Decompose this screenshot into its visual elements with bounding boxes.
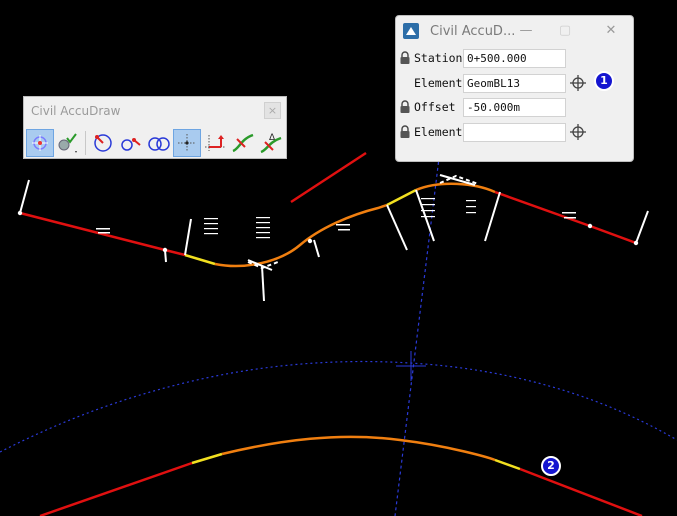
locate-element-icon[interactable] bbox=[570, 75, 586, 91]
offset-field[interactable]: -50.000m bbox=[463, 97, 566, 117]
toolbar-separator bbox=[85, 131, 86, 155]
element2-lock-icon[interactable] bbox=[399, 125, 411, 139]
crosshair-dots-icon bbox=[178, 134, 196, 152]
offset-construction-arc bbox=[0, 360, 677, 453]
station-label: Station bbox=[414, 51, 463, 65]
callout-badge-2: 2 bbox=[541, 456, 561, 476]
app-icon bbox=[403, 23, 419, 39]
double-circle-icon bbox=[148, 137, 170, 151]
offset-label: Offset bbox=[414, 100, 456, 114]
civil-accudraw-toolbar[interactable]: Civil AccuDraw × Δ bbox=[23, 96, 287, 159]
stray-red-line bbox=[290, 151, 367, 204]
accudraw-compass-tool[interactable] bbox=[26, 129, 54, 157]
station-offset-icon bbox=[232, 133, 254, 153]
check-options-tool[interactable] bbox=[54, 129, 82, 157]
element2-field[interactable] bbox=[463, 122, 566, 142]
double-circle-tool[interactable] bbox=[145, 129, 173, 157]
dialog-title: Civil AccuD... bbox=[430, 23, 516, 39]
station-offset-tool[interactable] bbox=[229, 129, 257, 157]
dx-dy-tool[interactable] bbox=[201, 129, 229, 157]
offset-lock-icon[interactable] bbox=[399, 100, 411, 114]
xy-tool[interactable] bbox=[173, 129, 201, 157]
delta-station-icon: Δ bbox=[260, 133, 282, 154]
annotation-text-marks bbox=[96, 198, 576, 239]
upper-alignment bbox=[19, 182, 637, 268]
distance-direction-tool[interactable] bbox=[89, 129, 117, 157]
toolbar-tools: Δ bbox=[26, 129, 285, 157]
distance-distance-tool[interactable] bbox=[117, 129, 145, 157]
offset-alignment bbox=[39, 435, 643, 516]
element2-label: Element bbox=[414, 125, 463, 139]
circle-arrow-icon bbox=[94, 134, 112, 152]
maximize-button[interactable]: ▢ bbox=[556, 22, 574, 40]
compass-icon bbox=[32, 135, 48, 151]
element-field[interactable]: GeomBL13 bbox=[463, 73, 566, 93]
station-field[interactable]: 0+500.000 bbox=[463, 48, 566, 68]
toolbar-close-button[interactable]: × bbox=[264, 102, 281, 119]
callout-badge-1: 1 bbox=[594, 71, 614, 91]
cursor-crosshair bbox=[396, 351, 426, 381]
delta-station-tool[interactable]: Δ bbox=[257, 129, 285, 157]
toolbar-title[interactable]: Civil AccuDraw bbox=[24, 97, 286, 125]
station-lock-icon[interactable] bbox=[399, 51, 411, 65]
check-dropdown-icon bbox=[58, 133, 77, 153]
close-button[interactable]: ✕ bbox=[602, 22, 620, 40]
minimize-button[interactable]: — bbox=[517, 22, 535, 40]
element-label: Element bbox=[414, 76, 463, 90]
alignment-vertices bbox=[17, 210, 639, 253]
double-circle-arrow-icon bbox=[121, 138, 141, 151]
pi-markers bbox=[247, 174, 479, 270]
locate-element2-icon[interactable] bbox=[570, 124, 586, 140]
dx-dy-icon bbox=[205, 135, 225, 151]
dialog-titlebar[interactable]: Civil AccuD... bbox=[396, 16, 633, 46]
